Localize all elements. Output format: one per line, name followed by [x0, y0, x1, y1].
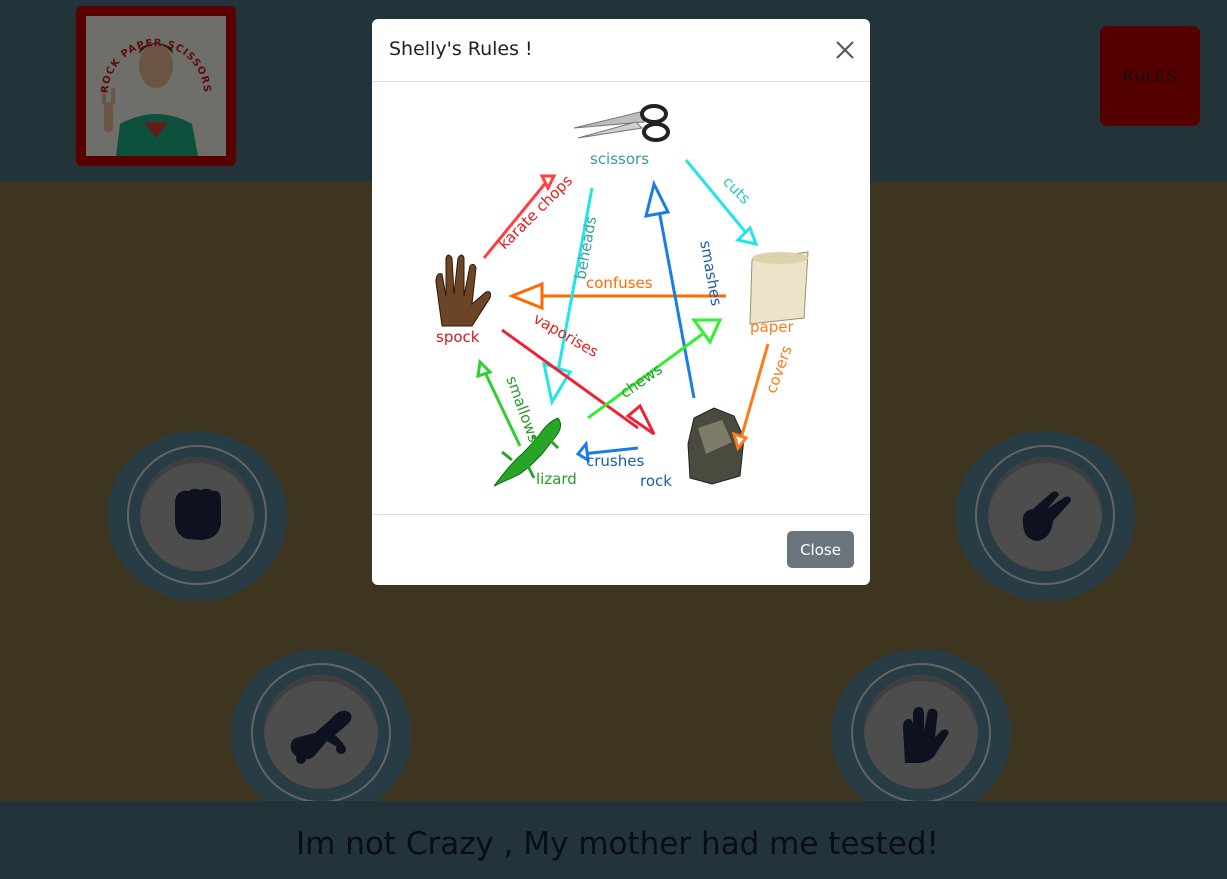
rock-image	[687, 407, 745, 485]
verb-cuts: cuts	[719, 173, 754, 208]
verb-crushes: crushes	[586, 452, 644, 470]
label-rock: rock	[640, 472, 672, 490]
scissors-image	[573, 104, 670, 142]
label-paper: paper	[750, 318, 794, 336]
label-lizard: lizard	[536, 470, 577, 488]
label-spock: spock	[436, 328, 480, 346]
paper-image	[749, 251, 809, 325]
modal-footer-divider	[372, 514, 870, 515]
close-button[interactable]: Close	[787, 531, 854, 568]
label-scissors: scissors	[590, 150, 649, 168]
modal-title: Shelly's Rules !	[389, 38, 533, 60]
verb-beheads: beheads	[571, 215, 600, 281]
rules-modal: Shelly's Rules ! scissors paper rock liz…	[372, 19, 870, 585]
verb-chews: chews	[617, 360, 666, 402]
close-icon[interactable]	[834, 39, 856, 61]
verb-smallows: smallows	[502, 374, 543, 445]
verb-karate-chops: karate chops	[495, 171, 577, 253]
spock-hand-image	[435, 254, 491, 327]
rules-diagram: scissors paper rock lizard spock cuts co…	[435, 104, 809, 490]
verb-confuses: confuses	[586, 274, 653, 292]
verb-vaporises: vaporises	[530, 309, 601, 361]
